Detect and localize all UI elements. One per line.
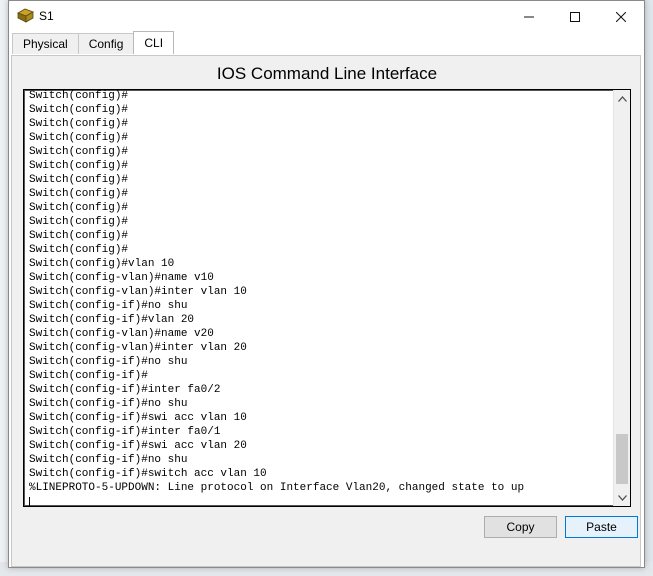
- terminal-line: Switch(config)#: [29, 90, 129, 102]
- terminal-line: Switch(config)#: [29, 202, 129, 214]
- tab-physical[interactable]: Physical: [12, 33, 79, 54]
- terminal-line: Switch(config-if)#: [29, 370, 148, 382]
- minimize-icon: [524, 9, 534, 25]
- terminal-line: Switch(config-if)#no shu: [29, 356, 188, 368]
- terminal-line: Switch(config)#: [29, 132, 129, 144]
- terminal-line: Switch(config)#: [29, 188, 129, 200]
- cli-terminal[interactable]: Switch(config)# Switch(config)# Switch(con…: [23, 89, 631, 507]
- terminal-line: %LINEPROTO-5-UPDOWN: Line protocol on In…: [29, 482, 525, 494]
- packet-tracer-switch-icon: [17, 8, 34, 23]
- minimize-button[interactable]: [506, 1, 552, 32]
- terminal-line: Switch(config-if)#inter fa0/2: [29, 384, 221, 396]
- chevron-down-icon: [617, 493, 627, 503]
- scroll-down-button[interactable]: [614, 489, 630, 506]
- terminal-line: Switch(config-if)#swi acc vlan 20: [29, 440, 247, 452]
- chevron-up-icon: [617, 94, 627, 104]
- terminal-output: Switch(config)# Switch(config)# Switch(con…: [29, 90, 609, 506]
- terminal-line: Switch(config)#: [29, 244, 129, 256]
- text-cursor: [29, 497, 30, 506]
- terminal-line: Switch(config)#: [29, 118, 129, 130]
- page-title: IOS Command Line Interface: [216, 64, 438, 83]
- close-button[interactable]: [598, 1, 644, 32]
- terminal-line: Switch(config)#: [29, 230, 129, 242]
- paste-button[interactable]: Paste: [565, 516, 638, 538]
- terminal-line: Switch(config-if)#vlan 20: [29, 314, 195, 326]
- terminal-line: Switch(config-if)#switch acc vlan 10: [29, 468, 267, 480]
- terminal-line: Switch(config)#: [29, 146, 129, 158]
- terminal-line: Switch(config-if)#no shu: [29, 398, 188, 410]
- tab-config[interactable]: Config: [77, 33, 135, 54]
- terminal-line: Switch(config-if)#no shu: [29, 300, 188, 312]
- window-title: S1: [39, 9, 54, 23]
- terminal-line: Switch(config)#: [29, 216, 129, 228]
- terminal-line: Switch(config-vlan)#inter vlan 10: [29, 286, 247, 298]
- cli-panel: IOS Command Line Interface Switch(config…: [11, 55, 641, 567]
- terminal-line: Switch(config)#: [29, 174, 129, 186]
- maximize-icon: [570, 9, 580, 25]
- close-icon: [615, 9, 627, 25]
- terminal-line: Switch(config-vlan)#name v10: [29, 272, 214, 284]
- terminal-line: Switch(config-if)#no shu: [29, 454, 188, 466]
- terminal-line: Switch(config-if)#inter fa0/1: [29, 426, 221, 438]
- scroll-thumb[interactable]: [616, 434, 628, 484]
- background-app-edge: [0, 0, 8, 576]
- tab-cli[interactable]: CLI: [133, 31, 175, 54]
- tab-bar: Physical Config CLI: [12, 31, 175, 55]
- terminal-line: Switch(config)#: [29, 160, 129, 172]
- vertical-scrollbar[interactable]: [613, 90, 630, 506]
- terminal-line: Switch(config)#vlan 10: [29, 258, 175, 270]
- device-window: S1 Physical Config CLI IOS Command Line …: [8, 0, 645, 568]
- title-bar[interactable]: S1: [9, 1, 644, 32]
- maximize-button[interactable]: [552, 1, 598, 32]
- terminal-line: Switch(config-vlan)#name v20: [29, 328, 214, 340]
- terminal-line: Switch(config-vlan)#inter vlan 20: [29, 342, 247, 354]
- copy-button[interactable]: Copy: [484, 516, 557, 538]
- scroll-up-button[interactable]: [614, 90, 630, 107]
- terminal-line: Switch(config-if)#swi acc vlan 10: [29, 412, 247, 424]
- terminal-line: Switch(config)#: [29, 104, 129, 116]
